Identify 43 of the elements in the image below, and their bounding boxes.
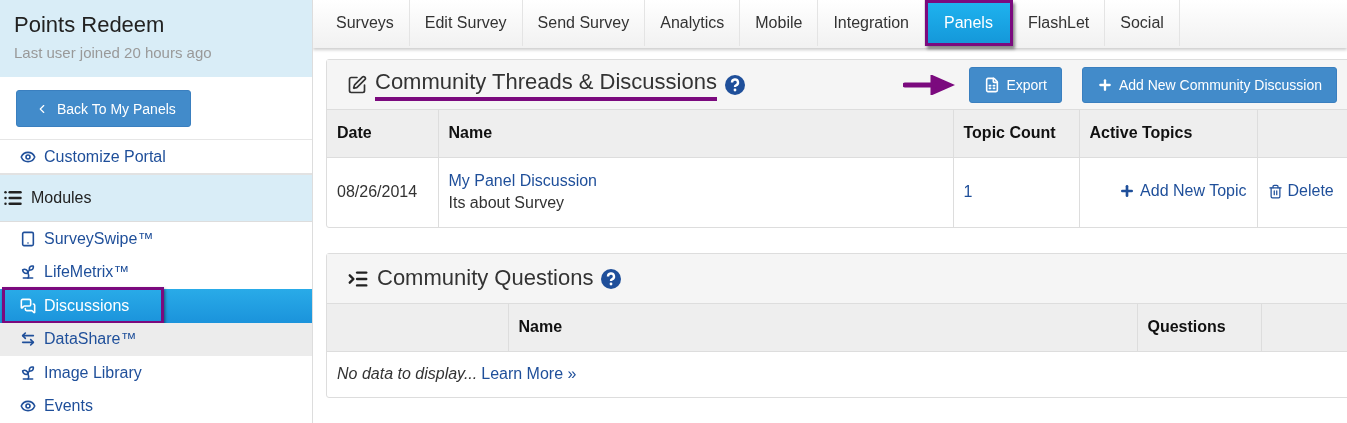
nav-tab[interactable]: Surveys [321, 0, 410, 46]
nav-tab[interactable]: Mobile [740, 0, 819, 46]
trash-icon [1267, 183, 1283, 199]
section-title: Community Questions [377, 264, 594, 292]
description-text: Its about Survey [448, 194, 565, 212]
tablet-icon [20, 230, 36, 247]
arrows-icon [20, 331, 36, 348]
column-header: Date [327, 110, 438, 157]
panel-title: Points Redeem [14, 12, 166, 38]
export-button[interactable]: Export [969, 66, 1062, 103]
nav-tab[interactable]: Social [1105, 0, 1180, 46]
list-icon [3, 188, 23, 208]
column-header: Name [438, 110, 953, 157]
sprout-icon [20, 264, 36, 281]
modules-header: Modules [0, 175, 312, 222]
empty-message: No data to display... [337, 365, 478, 383]
nav-tab[interactable]: Edit Survey [409, 0, 523, 46]
sprout-icon [20, 364, 36, 381]
add-topic-link[interactable]: Add New Topic [1119, 181, 1247, 200]
section-title: Community Threads & Discussions [375, 68, 717, 101]
sidebar-item[interactable]: DataShare™ [0, 322, 312, 356]
column-header: Topic Count [953, 110, 1079, 157]
plus-icon [1096, 76, 1113, 93]
learn-more-link[interactable]: Learn More » [481, 365, 577, 383]
plus-icon [1119, 182, 1136, 199]
nav-tab[interactable]: Send Survey [522, 0, 646, 46]
date-text: 08/26/2014 [337, 183, 418, 201]
chat-icon [20, 297, 36, 314]
nav-tab[interactable]: Analytics [645, 0, 741, 46]
column-header: Name [508, 304, 1137, 351]
delete-link[interactable]: Delete [1267, 182, 1334, 200]
discussion-link[interactable]: My Panel Discussion [448, 172, 597, 190]
add-discussion-button[interactable]: Add New Community Discussion [1081, 66, 1337, 103]
topic-count-link[interactable]: 1 [963, 183, 973, 201]
back-button[interactable]: Back To My Panels [16, 90, 191, 127]
help-icon[interactable] [724, 74, 745, 95]
edit-icon [347, 74, 367, 95]
help-icon[interactable] [601, 268, 622, 289]
last-joined-text: Last user joined 20 hours ago [14, 44, 213, 61]
column-header: Active Topics [1079, 110, 1257, 157]
nav-tab[interactable]: FlashLet [1012, 0, 1106, 46]
column-header: Questions [1137, 304, 1261, 351]
spreadsheet-icon [984, 76, 1001, 93]
